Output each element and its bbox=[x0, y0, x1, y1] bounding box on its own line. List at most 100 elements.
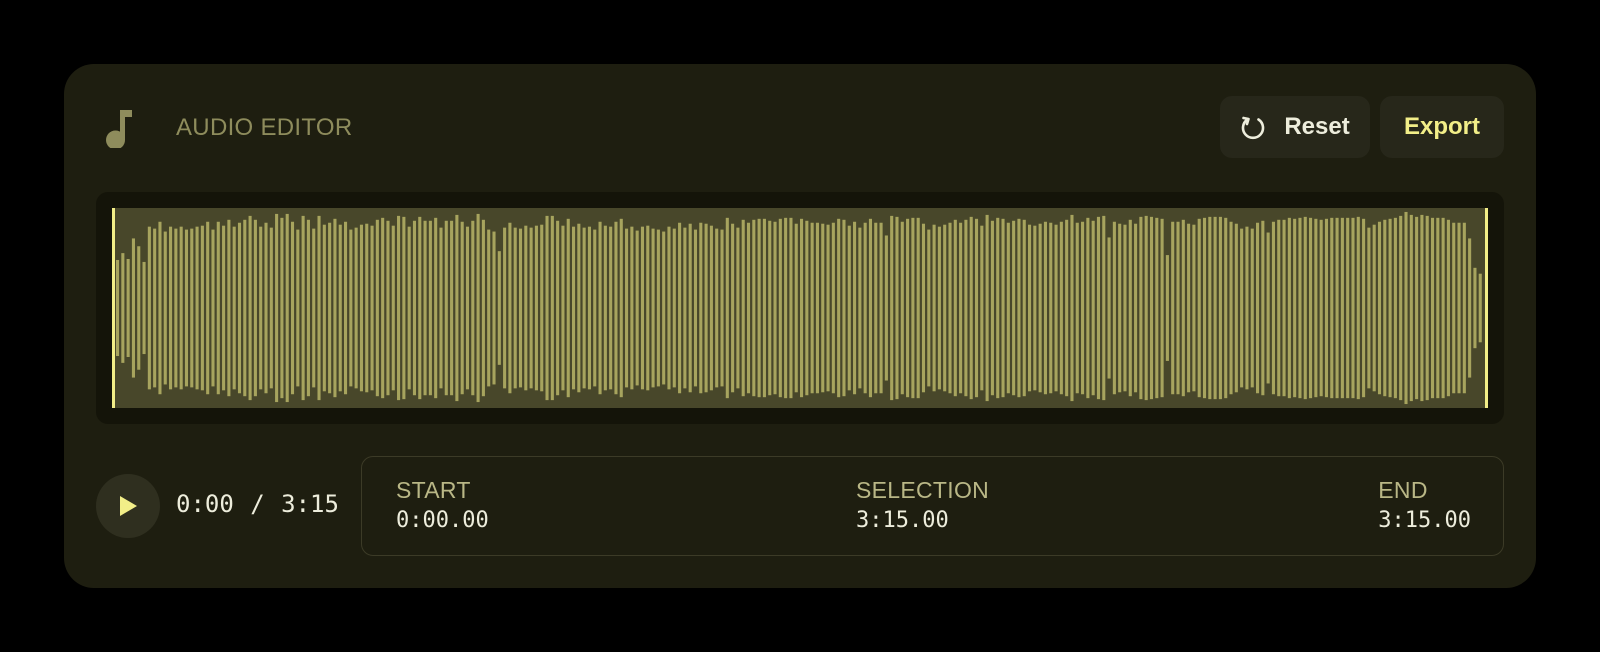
waveform-bar bbox=[471, 220, 475, 396]
app-title: AUDIO EDITOR bbox=[176, 114, 353, 141]
time-separator: / bbox=[250, 490, 265, 518]
waveform-bar bbox=[964, 219, 968, 397]
waveform-bar bbox=[1033, 225, 1037, 391]
waveform[interactable] bbox=[112, 208, 1488, 408]
waveform-bar bbox=[476, 213, 480, 403]
waveform-bar bbox=[534, 225, 538, 391]
waveform-bar bbox=[656, 229, 660, 387]
waveform-bar bbox=[365, 223, 369, 393]
waveform-bar bbox=[1473, 267, 1477, 349]
waveform-bar bbox=[513, 227, 517, 389]
waveform-bar bbox=[412, 220, 417, 396]
waveform-bar bbox=[752, 219, 756, 397]
waveform-bar bbox=[768, 220, 772, 396]
waveform-bar bbox=[1293, 218, 1297, 398]
waveform-bar bbox=[216, 221, 220, 395]
waveform-bar bbox=[1091, 220, 1095, 396]
waveform-bar bbox=[821, 223, 825, 393]
selection-end-handle[interactable] bbox=[1485, 208, 1488, 408]
waveform-bar bbox=[1028, 224, 1032, 392]
waveform-bar bbox=[937, 226, 941, 390]
waveform-bar bbox=[1229, 221, 1233, 395]
waveform-bar bbox=[232, 226, 236, 390]
waveform-bar bbox=[1335, 217, 1339, 399]
waveform-bar bbox=[359, 224, 363, 392]
waveform-bar bbox=[709, 225, 713, 391]
waveform-bar bbox=[1298, 217, 1302, 399]
waveform-bar bbox=[322, 224, 326, 392]
waveform-bar bbox=[455, 214, 459, 402]
waveform-bar bbox=[211, 229, 215, 387]
waveform-bar bbox=[540, 224, 544, 392]
waveform-bar bbox=[1181, 219, 1185, 397]
waveform-bar bbox=[640, 226, 645, 390]
waveform-bar bbox=[142, 261, 146, 355]
waveform-bar bbox=[264, 222, 268, 394]
waveform-bar bbox=[1213, 216, 1217, 400]
waveform-bar bbox=[556, 220, 560, 396]
waveform-bar bbox=[1420, 214, 1424, 402]
selection-start-handle[interactable] bbox=[112, 208, 115, 408]
waveform-bar bbox=[487, 229, 491, 387]
waveform-bar bbox=[1309, 217, 1313, 399]
waveform-bar bbox=[577, 223, 581, 393]
waveform-bar bbox=[1070, 214, 1074, 402]
waveform-bar bbox=[253, 219, 257, 397]
waveform-bar bbox=[423, 220, 427, 396]
waveform-bar bbox=[858, 227, 862, 389]
waveform-bar bbox=[137, 246, 141, 370]
waveform-bar bbox=[1282, 219, 1286, 397]
selection-value: 3:15.00 bbox=[856, 508, 949, 533]
waveform-bar bbox=[354, 227, 358, 389]
waveform-bar bbox=[153, 228, 157, 388]
total-time: 3:15 bbox=[281, 490, 339, 518]
waveform-bar bbox=[1462, 222, 1466, 394]
current-time: 0:00 bbox=[176, 490, 234, 518]
waveform-bar bbox=[1430, 217, 1435, 399]
waveform-bar bbox=[1287, 217, 1291, 399]
waveform-bar bbox=[1059, 221, 1063, 395]
waveform-bar bbox=[227, 219, 231, 397]
waveform-bar bbox=[131, 238, 135, 378]
waveform-bar bbox=[746, 222, 751, 394]
waveform-bar bbox=[418, 216, 422, 400]
waveform-bar bbox=[1377, 221, 1382, 395]
waveform-bar bbox=[561, 225, 565, 391]
waveform-bar bbox=[1038, 223, 1042, 393]
waveform-bar bbox=[116, 259, 120, 357]
export-button[interactable]: Export bbox=[1380, 96, 1504, 158]
waveform-bar bbox=[826, 224, 830, 392]
waveform-bar bbox=[863, 222, 867, 394]
waveform-bar bbox=[1330, 217, 1334, 399]
waveform-bar bbox=[1340, 217, 1344, 399]
waveform-bar bbox=[1425, 215, 1429, 401]
waveform-bar bbox=[524, 225, 528, 391]
time-display: 0:00 / 3:15 bbox=[176, 490, 339, 518]
waveform-bar bbox=[333, 218, 337, 398]
rotate-ccw-icon bbox=[1242, 116, 1265, 140]
selection-info-box: START 0:00.00 SELECTION 3:15.00 END 3:15… bbox=[361, 456, 1504, 556]
waveform-bar bbox=[375, 219, 379, 397]
reset-button[interactable]: Reset bbox=[1220, 96, 1370, 158]
waveform-bar bbox=[1256, 222, 1260, 394]
waveform-bar bbox=[1367, 227, 1371, 389]
waveform-bar bbox=[428, 220, 432, 396]
waveform-bar bbox=[619, 218, 623, 398]
waveform-bar bbox=[985, 214, 989, 402]
waveform-bar bbox=[163, 231, 167, 385]
waveform-bar bbox=[386, 220, 390, 396]
waveform-bar bbox=[667, 226, 671, 390]
waveform-bar bbox=[948, 222, 952, 394]
waveform-bar bbox=[1399, 215, 1403, 401]
waveform-bar bbox=[609, 226, 613, 390]
waveform-bar bbox=[439, 227, 443, 389]
waveform-bar bbox=[593, 229, 597, 387]
waveform-bar bbox=[1372, 224, 1376, 392]
waveform-bar bbox=[874, 222, 878, 394]
play-button[interactable] bbox=[96, 474, 160, 538]
waveform-bar bbox=[890, 215, 894, 401]
waveform-bar bbox=[1049, 222, 1053, 394]
waveform-container[interactable] bbox=[96, 192, 1504, 424]
music-note-icon bbox=[106, 110, 132, 148]
waveform-bar bbox=[1102, 215, 1106, 401]
